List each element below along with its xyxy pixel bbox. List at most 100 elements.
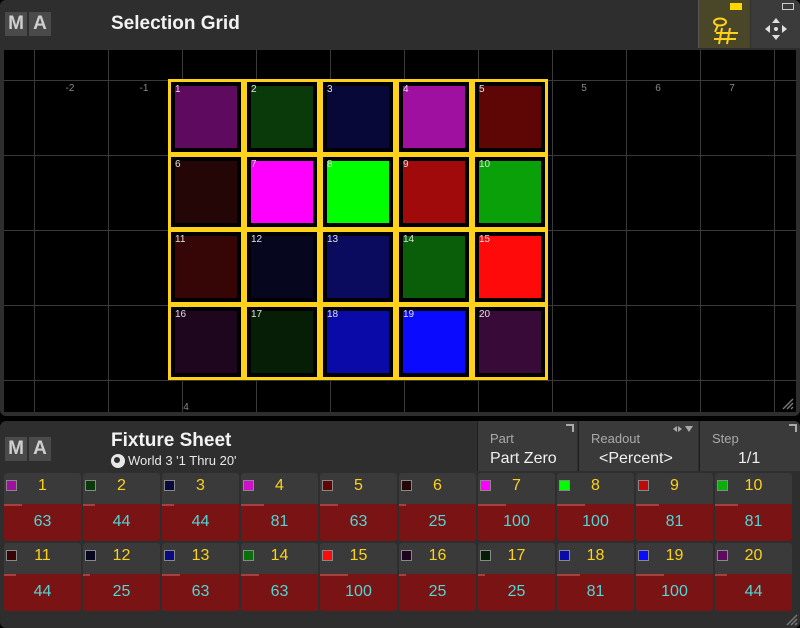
- fixture-cell[interactable]: 8 100: [557, 473, 634, 541]
- selection-cell[interactable]: 14: [396, 229, 472, 305]
- fixture-id: 5: [354, 477, 363, 494]
- selection-cell[interactable]: 17: [244, 304, 320, 380]
- selection-cell[interactable]: 5: [472, 79, 548, 155]
- selection-cell[interactable]: 9: [396, 154, 472, 230]
- fixture-cell[interactable]: 20 44: [715, 543, 792, 611]
- fixture-id: 18: [586, 547, 605, 564]
- cell-color-swatch: [326, 160, 390, 224]
- selection-cell[interactable]: 11: [168, 229, 244, 305]
- cell-fixture-id: 12: [251, 234, 263, 245]
- dimmer-value: 44: [191, 513, 210, 530]
- readout-value: <Percent>: [599, 450, 673, 467]
- dimmer-value: 81: [586, 583, 605, 600]
- fixture-sheet-window: M A Fixture Sheet World 3 '1 Thru 20' Pa…: [0, 421, 800, 628]
- fixture-sheet-grid: 1 63 2 44 3 44 4 81 5 63 6 25 7 100 8 100 9 81 10 81 11 44 12 2…: [4, 473, 796, 613]
- selection-cell[interactable]: 18: [320, 304, 396, 380]
- fixture-cell[interactable]: 11 44: [4, 543, 81, 611]
- selection-cell[interactable]: 20: [472, 304, 548, 380]
- dimmer-level-bar: [715, 504, 738, 506]
- cell-fixture-id: 20: [479, 309, 491, 320]
- selection-cell[interactable]: 10: [472, 154, 548, 230]
- fixture-cell[interactable]: 2 44: [83, 473, 160, 541]
- cell-color-swatch: [250, 85, 314, 149]
- fixture-id: 14: [270, 547, 289, 564]
- cell-fixture-id: 5: [479, 84, 485, 95]
- selection-grid-title: Selection Grid: [111, 13, 240, 34]
- dimmer-level-bar: [83, 574, 90, 576]
- cell-color-swatch: [478, 85, 542, 149]
- axis-label: 4: [183, 402, 189, 412]
- step-selector[interactable]: Step 1/1: [699, 421, 800, 471]
- move-view-button[interactable]: [751, 0, 800, 48]
- selection-cell[interactable]: 13: [320, 229, 396, 305]
- dimmer-level-bar: [4, 574, 17, 576]
- fixture-cell[interactable]: 15 100: [320, 543, 397, 611]
- fixture-cell[interactable]: 10 81: [715, 473, 792, 541]
- dimmer-value: 44: [112, 513, 131, 530]
- dimmer-value: 100: [582, 513, 609, 530]
- selection-cell[interactable]: 19: [396, 304, 472, 380]
- axis-label: 5: [581, 83, 587, 94]
- cell-fixture-id: 11: [175, 234, 186, 245]
- fixture-cell[interactable]: 9 81: [636, 473, 713, 541]
- selection-cell[interactable]: 12: [244, 229, 320, 305]
- fixture-cell[interactable]: 7 100: [478, 473, 555, 541]
- fixture-cell[interactable]: 14 63: [241, 543, 318, 611]
- selection-cell[interactable]: 4: [396, 79, 472, 155]
- fixture-cell[interactable]: 5 63: [320, 473, 397, 541]
- cell-fixture-id: 8: [327, 159, 333, 170]
- selection-cell[interactable]: 2: [244, 79, 320, 155]
- dimmer-value: 81: [270, 513, 289, 530]
- fixture-cell[interactable]: 6 25: [399, 473, 476, 541]
- ma-logo[interactable]: M A: [5, 437, 51, 461]
- selection-tool-button[interactable]: [698, 0, 750, 48]
- ma-logo[interactable]: M A: [5, 12, 51, 36]
- fixture-cell[interactable]: 3 44: [162, 473, 239, 541]
- dimmer-value: 25: [507, 583, 526, 600]
- fixture-cell[interactable]: 16 25: [399, 543, 476, 611]
- dimmer-level-bar: [162, 504, 175, 506]
- cell-color-swatch: [402, 160, 466, 224]
- cell-color-swatch: [326, 85, 390, 149]
- readout-selector[interactable]: Readout <Percent>: [578, 421, 698, 471]
- selection-cell[interactable]: 6: [168, 154, 244, 230]
- fixture-id: 10: [744, 477, 763, 494]
- selection-cell[interactable]: 16: [168, 304, 244, 380]
- dimmer-level-bar: [557, 574, 580, 576]
- fixture-id: 1: [38, 477, 47, 494]
- selection-grid-canvas[interactable]: -2 -1 0 1 2 3 5 6 7 4 123456789101112131…: [4, 50, 796, 412]
- fixture-cell[interactable]: 1 63: [4, 473, 81, 541]
- active-indicator-icon: [730, 3, 742, 10]
- selection-cell[interactable]: 15: [472, 229, 548, 305]
- fixture-cell[interactable]: 17 25: [478, 543, 555, 611]
- axis-label: -1: [139, 83, 149, 94]
- dimmer-level-bar: [399, 574, 406, 576]
- part-label: Part: [490, 431, 514, 446]
- cell-fixture-id: 2: [251, 84, 257, 95]
- fixture-cell[interactable]: 19 100: [636, 543, 713, 611]
- fixture-id: 16: [428, 547, 447, 564]
- selection-cell[interactable]: 8: [320, 154, 396, 230]
- cell-fixture-id: 1: [175, 84, 181, 95]
- dimmer-level-bar: [241, 574, 259, 576]
- dimmer-value: 63: [33, 513, 52, 530]
- dimmer-value: 63: [191, 583, 210, 600]
- fixture-cell[interactable]: 13 63: [162, 543, 239, 611]
- selection-grid-header: M A Selection Grid: [0, 0, 800, 48]
- dimmer-level-bar: [715, 574, 728, 576]
- dimmer-value: 100: [345, 583, 372, 600]
- fixture-id: 2: [117, 477, 126, 494]
- dimmer-level-bar: [399, 504, 406, 506]
- edit-corner-icon: [566, 424, 574, 432]
- selection-cell[interactable]: 3: [320, 79, 396, 155]
- selection-cell[interactable]: 7: [244, 154, 320, 230]
- fixture-id: 13: [191, 547, 210, 564]
- cell-fixture-id: 15: [479, 234, 491, 245]
- selection-cell[interactable]: 1: [168, 79, 244, 155]
- fixture-cell[interactable]: 18 81: [557, 543, 634, 611]
- resize-grip-icon[interactable]: [782, 398, 794, 410]
- fixture-cell[interactable]: 4 81: [241, 473, 318, 541]
- resize-grip-icon[interactable]: [786, 614, 798, 626]
- fixture-cell[interactable]: 12 25: [83, 543, 160, 611]
- part-selector[interactable]: Part Part Zero: [477, 421, 577, 471]
